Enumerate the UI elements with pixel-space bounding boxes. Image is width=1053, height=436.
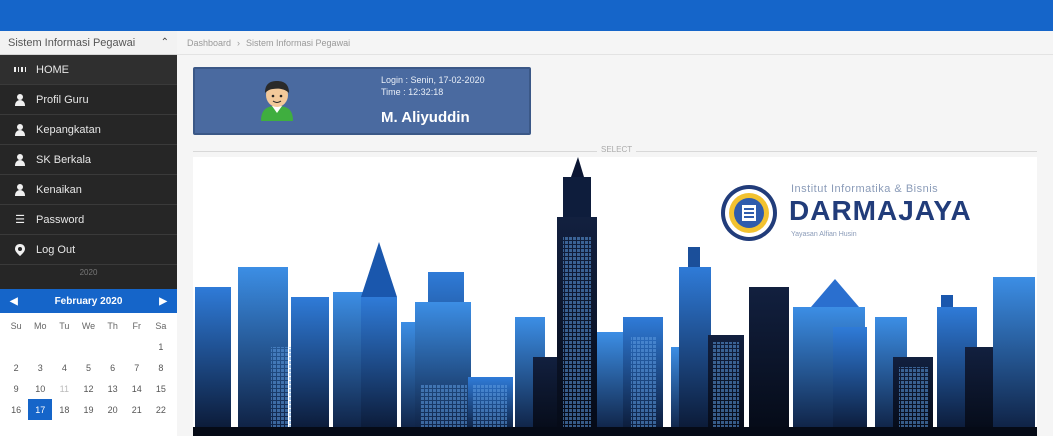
darmajaya-logo: Institut Informatika & Bisnis DARMAJAYA … — [719, 179, 989, 249]
calendar-header: ◀ February 2020 ▶ — [0, 289, 177, 313]
login-time: Time : 12:32:18 — [381, 87, 444, 97]
main-content: Dashboard › Sistem Informasi Pegawai Log… — [177, 31, 1053, 436]
calendar-day — [52, 336, 76, 357]
calendar-day[interactable]: 5 — [76, 357, 100, 378]
breadcrumb-separator: › — [237, 37, 241, 48]
calendar-grid: Su Mo Tu We Th Fr Sa 1 2 3 4 5 6 7 8 9 10 11 12 13 14 15 16 17 1… — [0, 313, 177, 422]
sidebar-title: Sistem Informasi Pegawai — [8, 36, 136, 49]
calendar-day[interactable]: 2 — [4, 357, 28, 378]
calendar-day[interactable]: 16 — [4, 399, 28, 420]
calendar-day-of-week: Th — [107, 320, 118, 331]
sidebar: Sistem Informasi Pegawai ⌃ HOME Profil G… — [0, 31, 177, 436]
grid-icon — [14, 64, 26, 76]
logo-subtitle-top: Institut Informatika & Bisnis — [791, 183, 939, 195]
breadcrumb: Dashboard › Sistem Informasi Pegawai — [177, 31, 1053, 55]
sidebar-item-password[interactable]: ☰ Password — [0, 205, 177, 235]
sidebar-header[interactable]: Sistem Informasi Pegawai ⌃ — [0, 31, 177, 55]
map-marker-icon — [14, 243, 26, 256]
sidebar-item-label: Log Out — [36, 243, 76, 256]
user-info-box: Login : Senin, 17-02-2020 Time : 12:32:1… — [193, 67, 531, 135]
calendar-day — [76, 336, 100, 357]
calendar-day-of-week: We — [81, 320, 96, 331]
sidebar-item-label: Kepangkatan — [36, 123, 101, 136]
calendar-day[interactable]: 9 — [4, 378, 28, 399]
calendar-day[interactable]: 18 — [52, 399, 76, 420]
calendar-day[interactable]: 14 — [125, 378, 149, 399]
user-icon — [14, 183, 26, 196]
calendar-widget: ◀ February 2020 ▶ Su Mo Tu We Th Fr Sa 1 2 3 4 5 6 7 8… — [0, 289, 177, 436]
sidebar-item-sk-berkala[interactable]: SK Berkala — [0, 145, 177, 175]
sidebar-item-label: Password — [36, 213, 85, 226]
calendar-day[interactable]: 19 — [76, 399, 100, 420]
calendar-day — [125, 336, 149, 357]
sidebar-item-label: SK Berkala — [36, 153, 92, 166]
sidebar-item-profil-guru[interactable]: Profil Guru — [0, 85, 177, 115]
user-icon — [14, 123, 26, 136]
sidebar-item-kenaikan[interactable]: Kenaikan — [0, 175, 177, 205]
calendar-day[interactable]: 22 — [149, 399, 173, 420]
calendar-day[interactable]: 20 — [101, 399, 125, 420]
calendar-day — [101, 336, 125, 357]
prev-month-icon[interactable]: ◀ — [10, 296, 18, 307]
breadcrumb-current: Sistem Informasi Pegawai — [246, 37, 351, 48]
breadcrumb-home[interactable]: Dashboard — [187, 38, 231, 48]
chevron-up-icon[interactable]: ⌃ — [161, 37, 169, 48]
calendar-month: February 2020 — [54, 295, 123, 307]
login-info: Login : Senin, 17-02-2020 Time : 12:32:1… — [381, 74, 485, 98]
darmajaya-seal-icon — [721, 185, 777, 241]
calendar-day[interactable]: 17 — [28, 399, 53, 420]
calendar-day[interactable]: 12 — [76, 378, 100, 399]
user-name: M. Aliyuddin — [381, 109, 470, 126]
calendar-day-of-week: Su — [10, 320, 22, 331]
sidebar-item-label: HOME — [36, 63, 69, 76]
calendar-day — [4, 336, 28, 357]
calendar-day[interactable]: 7 — [125, 357, 149, 378]
calendar-day[interactable]: 8 — [149, 357, 173, 378]
calendar-day[interactable]: 1 — [149, 336, 173, 357]
logo-subtitle-bottom: Yayasan Alfian Husin — [791, 231, 857, 238]
login-date: Login : Senin, 17-02-2020 — [381, 75, 485, 85]
sidebar-divider-label: 2020 — [75, 267, 102, 277]
list-icon: ☰ — [15, 214, 25, 226]
sidebar-item-home[interactable]: HOME — [0, 55, 177, 85]
avatar — [261, 81, 293, 121]
calendar-day-of-week: Mo — [33, 320, 47, 331]
calendar-day[interactable]: 6 — [101, 357, 125, 378]
sidebar-item-log-out[interactable]: Log Out — [0, 235, 177, 265]
calendar-day[interactable]: 3 — [28, 357, 52, 378]
calendar-day[interactable]: 4 — [52, 357, 76, 378]
calendar-day[interactable]: 21 — [125, 399, 149, 420]
calendar-day — [28, 336, 52, 357]
calendar-day[interactable]: 15 — [149, 378, 173, 399]
calendar-day[interactable]: 13 — [101, 378, 125, 399]
calendar-day-of-week: Tu — [59, 320, 70, 331]
next-month-icon[interactable]: ▶ — [159, 296, 167, 307]
divider-label: SELECT — [597, 145, 637, 154]
calendar-day-of-week: Sa — [155, 320, 167, 331]
calendar-day-of-week: Fr — [132, 320, 142, 331]
calendar-day[interactable]: 11 — [52, 378, 76, 399]
sidebar-item-label: Kenaikan — [36, 183, 82, 196]
user-icon — [14, 93, 26, 106]
sidebar-item-label: Profil Guru — [36, 93, 89, 106]
sidebar-divider: 2020 — [0, 265, 177, 279]
logo-title: DARMAJAYA — [789, 195, 972, 226]
calendar-day[interactable]: 10 — [28, 378, 52, 399]
user-icon — [14, 153, 26, 166]
banner-image: Institut Informatika & Bisnis DARMAJAYA … — [193, 157, 1037, 436]
top-navbar — [0, 0, 1053, 31]
sidebar-item-kepangkatan[interactable]: Kepangkatan — [0, 115, 177, 145]
